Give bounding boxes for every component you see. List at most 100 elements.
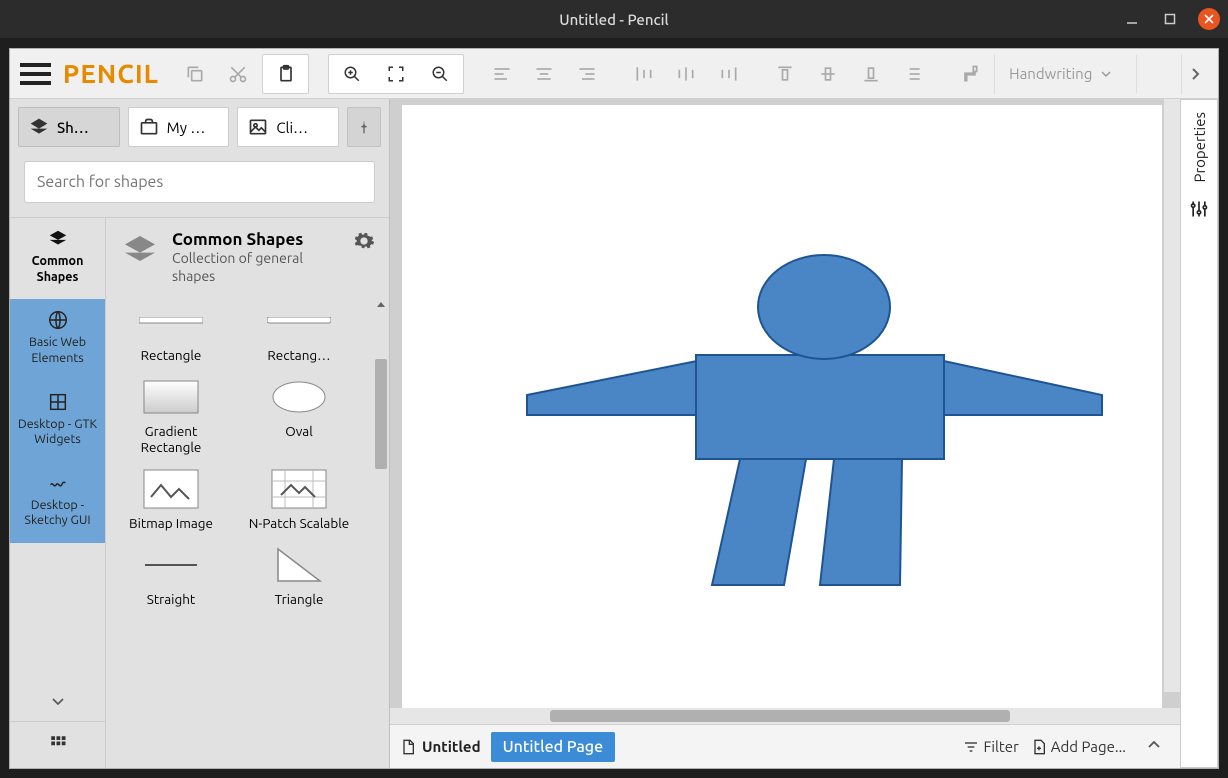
shape-triangle[interactable]: Triangle <box>244 545 354 607</box>
zoom-in-button[interactable] <box>329 55 373 93</box>
shape-oval[interactable]: Oval <box>244 377 354 455</box>
toolbar-overflow-button[interactable] <box>1181 54 1208 94</box>
collection-settings-button[interactable] <box>353 230 375 256</box>
tab-shapes[interactable]: Sh… <box>18 107 120 147</box>
category-label: Desktop - Sketchy GUI <box>24 498 90 528</box>
valign-bottom-button[interactable] <box>852 55 889 93</box>
maximize-button[interactable] <box>1160 9 1180 29</box>
add-page-label: Add Page... <box>1051 738 1126 755</box>
document-tab[interactable]: Untitled <box>400 738 481 756</box>
dist-h-center-button[interactable] <box>668 55 705 93</box>
menu-button[interactable] <box>20 58 51 90</box>
shape-rounded-rectangle[interactable]: Rectang… <box>244 301 354 363</box>
app-brand: PENCIL <box>63 59 159 88</box>
expand-pages-button[interactable] <box>1138 733 1170 760</box>
grid-icon <box>47 391 69 413</box>
properties-panel[interactable]: Properties <box>1180 99 1218 768</box>
shapes-pane: Common Shapes Collection of general shap… <box>106 218 389 768</box>
minimize-button[interactable] <box>1122 9 1142 29</box>
font-selector[interactable]: Handwriting <box>994 54 1126 94</box>
globe-icon <box>47 309 69 331</box>
tab-label: My … <box>167 119 206 136</box>
canvas[interactable] <box>402 105 1162 708</box>
shape-label: Straight <box>147 591 195 607</box>
category-grid-button[interactable] <box>10 721 105 768</box>
panel-tabs: Sh… My … Cli… <box>10 99 389 155</box>
shape-gradient-rect[interactable]: Gradient Rectangle <box>116 377 226 455</box>
canvas-shape-leg-right[interactable] <box>820 459 902 585</box>
layers-icon <box>120 230 160 272</box>
window-controls <box>1122 8 1220 30</box>
shape-label: Gradient Rectangle <box>141 423 202 455</box>
category-common-shapes[interactable]: Common Shapes <box>10 218 105 299</box>
pin-button[interactable] <box>347 107 381 147</box>
shape-grid: Rectangle Rectang… Gradient Rectangle <box>106 297 373 768</box>
format-paint-button[interactable] <box>951 55 988 93</box>
app-frame: PENCIL <box>9 48 1219 769</box>
tab-my[interactable]: My … <box>128 107 230 147</box>
font-name: Handwriting <box>1009 65 1092 82</box>
canvas-viewport[interactable] <box>390 99 1180 708</box>
shape-straight[interactable]: Straight <box>116 545 226 607</box>
category-gtk[interactable]: Desktop - GTK Widgets <box>10 381 105 462</box>
cut-button[interactable] <box>220 55 257 93</box>
category-label: Desktop - GTK Widgets <box>18 417 97 447</box>
canvas-shape-leg-left[interactable] <box>712 459 806 585</box>
shapes-scrollbar[interactable] <box>373 297 389 768</box>
shape-bitmap-image[interactable]: Bitmap Image <box>116 469 226 531</box>
tab-clipart[interactable]: Cli… <box>237 107 339 147</box>
align-center-button[interactable] <box>526 55 563 93</box>
sliders-icon <box>1189 199 1209 219</box>
category-basic-web[interactable]: Basic Web Elements <box>10 299 105 380</box>
list-button[interactable] <box>895 55 932 93</box>
page-name: Untitled Page <box>503 738 604 756</box>
properties-toggle-button[interactable] <box>1189 199 1209 223</box>
shapes-header: Common Shapes Collection of general shap… <box>106 218 389 297</box>
canvas-shape-arm-right[interactable] <box>939 360 1102 415</box>
squiggle-icon <box>47 472 69 494</box>
paste-button[interactable] <box>263 55 307 93</box>
shape-npatch[interactable]: N-Patch Scalable <box>244 469 354 531</box>
zoom-out-button[interactable] <box>418 55 462 93</box>
filter-icon <box>963 739 979 755</box>
dist-h-right-button[interactable] <box>711 55 748 93</box>
filter-label: Filter <box>983 738 1018 755</box>
shape-rectangle[interactable]: Rectangle <box>116 301 226 363</box>
category-sketchy[interactable]: Desktop - Sketchy GUI <box>10 462 105 543</box>
properties-label: Properties <box>1191 112 1208 183</box>
layers-icon <box>29 117 49 137</box>
add-page-button[interactable]: Add Page... <box>1031 738 1126 756</box>
canvas-scrollbar-v[interactable] <box>1164 99 1180 692</box>
main-area: Sh… My … Cli… <box>10 99 1218 768</box>
valign-top-button[interactable] <box>767 55 804 93</box>
apps-icon <box>49 734 67 752</box>
zoom-fit-button[interactable] <box>374 55 418 93</box>
canvas-shape-arm-left[interactable] <box>527 360 702 415</box>
close-button[interactable] <box>1198 8 1220 30</box>
align-left-button[interactable] <box>483 55 520 93</box>
tab-label: Sh… <box>57 119 89 136</box>
briefcase-icon <box>139 117 159 137</box>
shape-label: Bitmap Image <box>129 515 213 531</box>
font-size-input[interactable] <box>1136 55 1175 93</box>
dist-h-left-button[interactable] <box>625 55 662 93</box>
canvas-shape-head[interactable] <box>758 255 890 359</box>
shape-label: Triangle <box>275 591 324 607</box>
copy-button[interactable] <box>177 55 214 93</box>
category-expand-button[interactable] <box>10 685 105 721</box>
align-right-button[interactable] <box>569 55 606 93</box>
status-bar: Untitled Untitled Page Filter Add Page..… <box>390 724 1180 768</box>
canvas-shape-body[interactable] <box>696 355 944 459</box>
collection-subtitle: Collection of general shapes <box>172 249 341 285</box>
filter-button[interactable]: Filter <box>963 738 1018 755</box>
page-tab[interactable]: Untitled Page <box>491 732 616 762</box>
canvas-scrollbar-h[interactable] <box>390 708 1180 724</box>
shape-search <box>24 161 375 203</box>
search-input[interactable] <box>24 161 375 203</box>
image-icon <box>248 117 268 137</box>
gear-icon <box>353 230 375 252</box>
chevron-down-icon <box>50 693 66 709</box>
valign-middle-button[interactable] <box>810 55 847 93</box>
collection-title: Common Shapes <box>172 230 341 249</box>
add-page-icon <box>1031 738 1047 756</box>
